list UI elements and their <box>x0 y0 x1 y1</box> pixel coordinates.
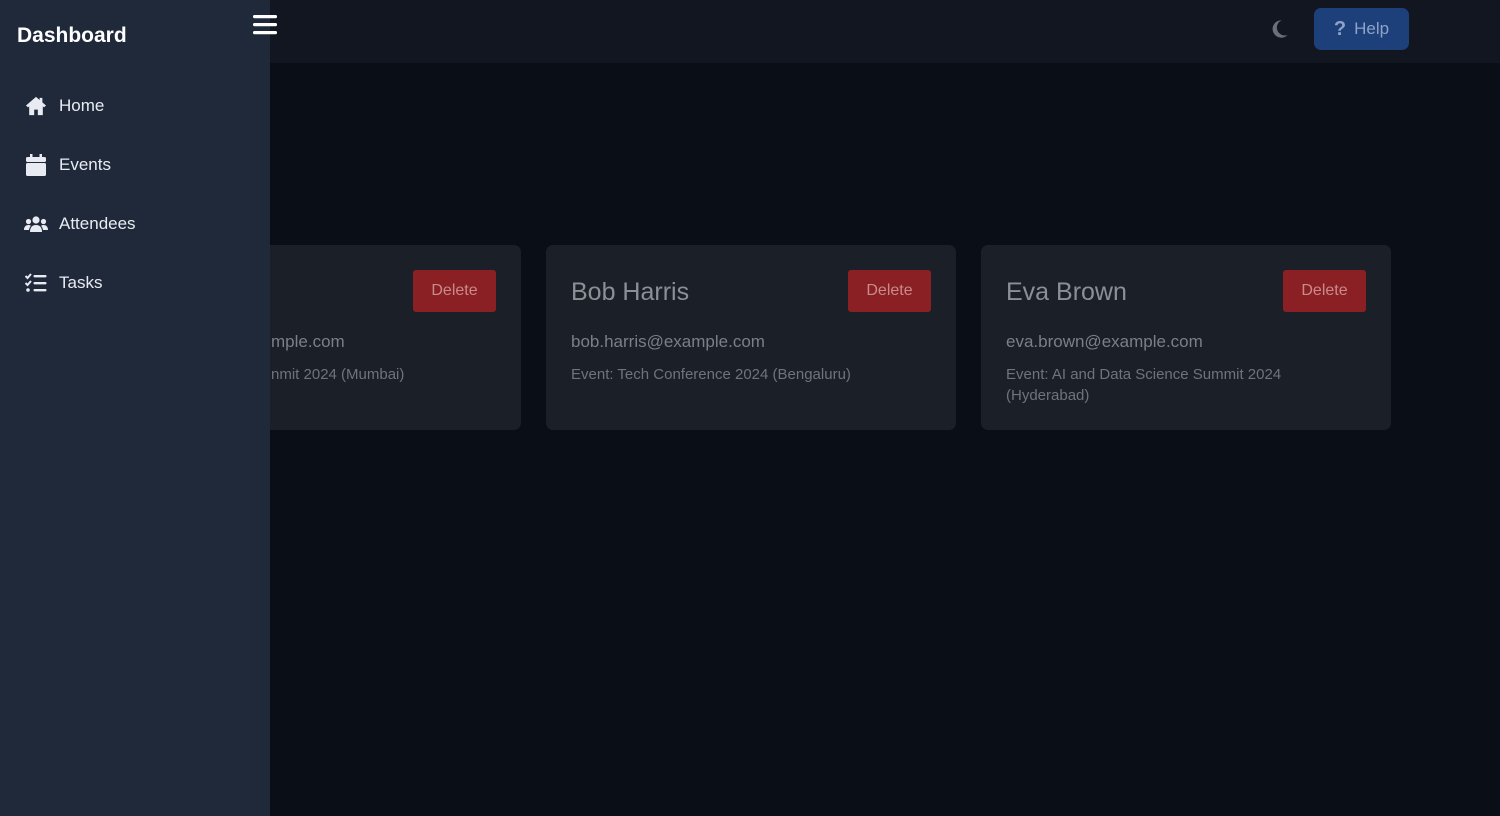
attendee-event: Event: AI and Data Science Summit 2024 (… <box>1006 366 1282 404</box>
app-root: ? Help er Delete mple.com nmit 2024 (Mum… <box>0 0 1500 816</box>
help-label: Help <box>1354 19 1390 38</box>
attendee-name: Bob Harris <box>571 278 690 306</box>
menu-toggle-button[interactable] <box>253 14 279 38</box>
sidebar-item-tasks[interactable]: Tasks <box>0 261 270 305</box>
attendee-email: mple.com <box>271 332 345 351</box>
home-icon <box>24 94 48 118</box>
sidebar-item-label: Home <box>59 96 105 115</box>
sidebar-item-events[interactable]: Events <box>0 143 270 187</box>
attendee-email: bob.harris@example.com <box>571 332 765 351</box>
attendee-email: eva.brown@example.com <box>1006 332 1203 351</box>
theme-toggle-button[interactable] <box>1264 14 1294 44</box>
sidebar-item-attendees[interactable]: Attendees <box>0 202 270 246</box>
sidebar-item-label: Tasks <box>59 273 103 292</box>
delete-button[interactable]: Delete <box>1283 270 1366 312</box>
attendee-event: Event: Tech Conference 2024 (Bengaluru) <box>571 366 851 383</box>
moon-icon <box>1272 20 1288 38</box>
attendee-card: Eva Brown Delete eva.brown@example.com E… <box>981 245 1391 430</box>
attendee-name: Eva Brown <box>1006 278 1127 306</box>
question-icon: ? <box>1333 17 1347 40</box>
sidebar: Dashboard Home Events Attendees Tasks <box>0 0 270 816</box>
sidebar-item-label: Events <box>59 155 111 174</box>
sidebar-item-home[interactable]: Home <box>0 84 270 128</box>
users-icon <box>24 212 48 236</box>
help-button[interactable]: ? Help <box>1314 8 1409 50</box>
delete-button[interactable]: Delete <box>413 270 496 312</box>
attendee-event: nmit 2024 (Mumbai) <box>271 366 405 383</box>
sidebar-item-label: Attendees <box>59 214 136 233</box>
sidebar-title: Dashboard <box>17 24 127 47</box>
tasks-icon <box>24 271 48 295</box>
delete-button[interactable]: Delete <box>848 270 931 312</box>
attendee-card: Bob Harris Delete bob.harris@example.com… <box>546 245 956 430</box>
calendar-icon <box>24 153 48 177</box>
hamburger-icon <box>253 15 277 35</box>
